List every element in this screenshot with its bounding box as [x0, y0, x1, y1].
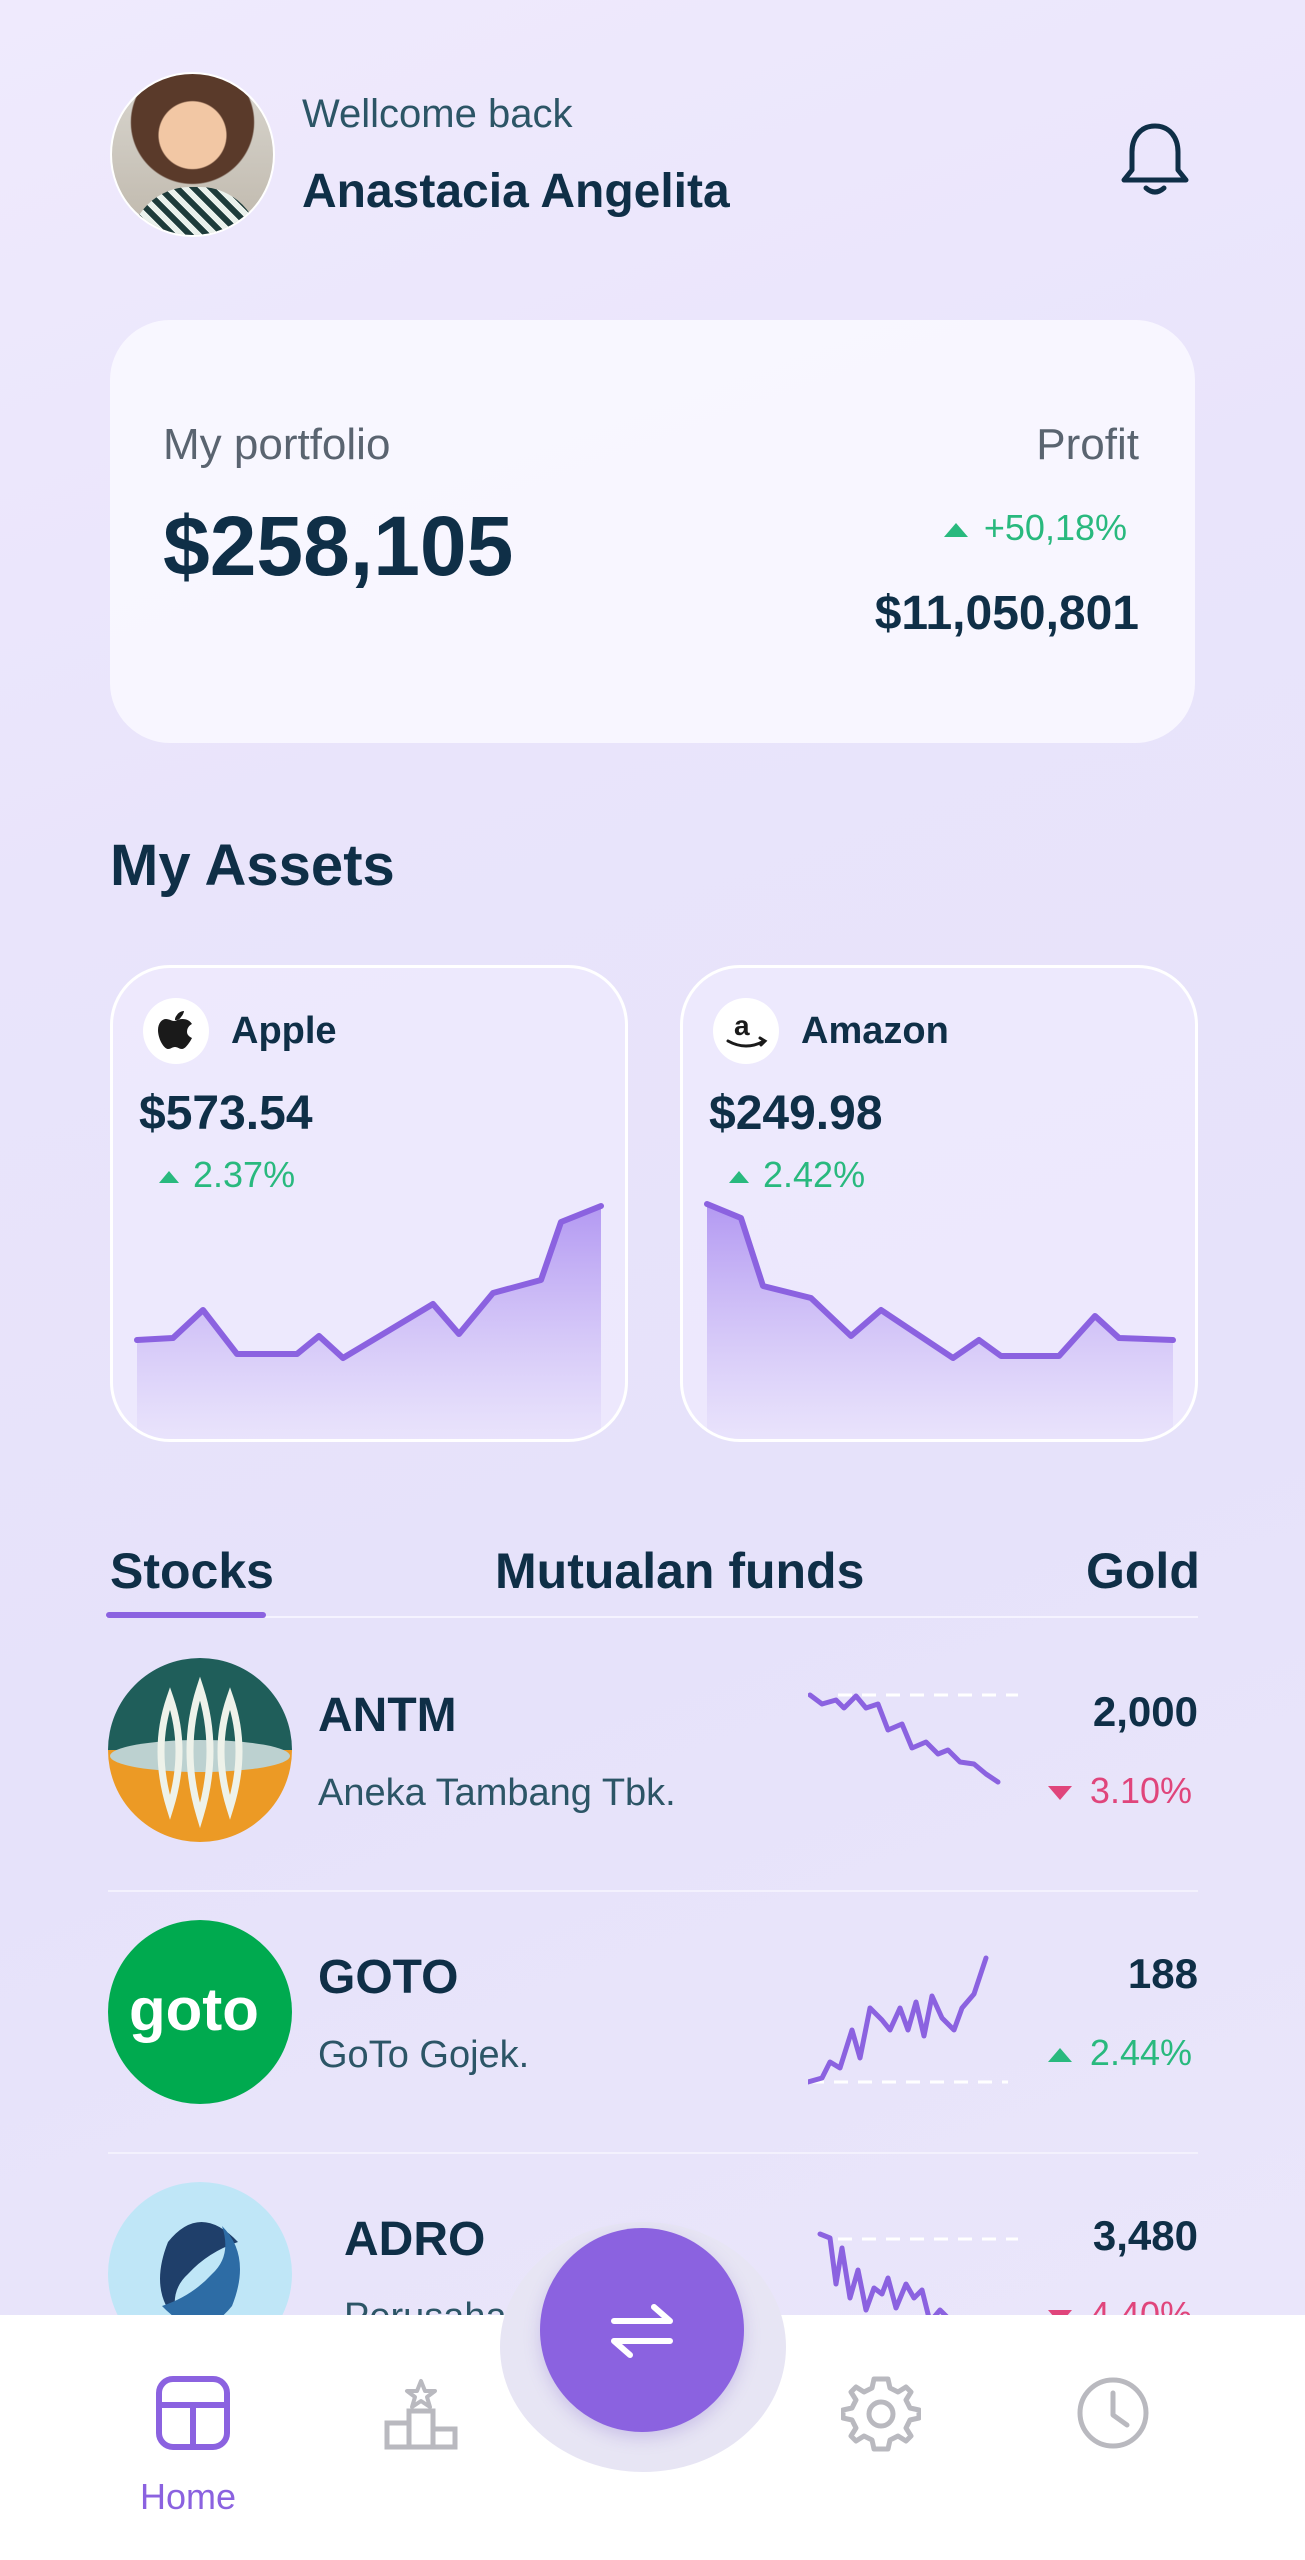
- home-icon[interactable]: [138, 2358, 248, 2468]
- stock-change: 2.44%: [1047, 2032, 1192, 2074]
- asset-name: Amazon: [801, 1010, 949, 1052]
- portfolio-value: $258,105: [163, 499, 514, 593]
- up-arrow-icon: [729, 1171, 749, 1184]
- asset-change: 2.37%: [159, 1154, 295, 1196]
- bell-icon[interactable]: [1118, 118, 1192, 198]
- user-name: Anastacia Angelita: [302, 165, 730, 218]
- asset-card-apple[interactable]: Apple $573.54 2.37%: [110, 965, 628, 1442]
- avatar[interactable]: [110, 72, 275, 237]
- up-arrow-icon: [943, 523, 968, 538]
- my-assets-title: My Assets: [110, 833, 395, 898]
- down-arrow-icon: [1047, 1786, 1072, 1801]
- leaderboard-icon[interactable]: [366, 2358, 476, 2468]
- asset-price: $249.98: [709, 1087, 883, 1140]
- stock-ticker: GOTO: [318, 1951, 459, 2004]
- goto-sparkline: [808, 1955, 1008, 2085]
- stock-change: 3.10%: [1047, 1770, 1192, 1812]
- up-arrow-icon: [1047, 2048, 1072, 2063]
- stock-row-goto[interactable]: goto GOTO GoTo Gojek. 188 2.44%: [108, 1892, 1198, 2154]
- stock-row-antm[interactable]: ANTM Aneka Tambang Tbk. 2,000 3.10%: [108, 1630, 1198, 1892]
- swap-icon: [611, 2304, 673, 2358]
- tab-stocks[interactable]: Stocks: [110, 1542, 274, 1600]
- nav-home-label: Home: [140, 2476, 237, 2517]
- asset-card-amazon[interactable]: a Amazon $249.98 2.42%: [680, 965, 1198, 1442]
- history-icon[interactable]: [1058, 2358, 1168, 2468]
- tab-divider: [106, 1616, 1198, 1618]
- stock-price: 2,000: [1092, 1688, 1198, 1735]
- svg-text:a: a: [734, 1011, 750, 1041]
- goto-logo: goto: [108, 1920, 292, 2104]
- portfolio-label: My portfolio: [163, 420, 391, 469]
- asset-price: $573.54: [139, 1087, 313, 1140]
- settings-icon[interactable]: [826, 2358, 936, 2468]
- asset-name: Apple: [231, 1010, 337, 1052]
- tab-gold[interactable]: Gold: [1086, 1542, 1200, 1600]
- amazon-icon: a: [713, 998, 779, 1064]
- stock-price: 3,480: [1092, 2212, 1198, 2259]
- antm-logo: [108, 1658, 292, 1842]
- profit-label: Profit: [1036, 420, 1139, 469]
- stock-company: Aneka Tambang Tbk.: [318, 1772, 676, 1814]
- antm-sparkline: [808, 1692, 1018, 1785]
- welcome-text: Wellcome back: [302, 92, 573, 136]
- asset-change: 2.42%: [729, 1154, 865, 1196]
- stock-company: GoTo Gojek.: [318, 2034, 530, 2076]
- tab-mutual-funds[interactable]: Mutualan funds: [495, 1542, 864, 1600]
- swap-button[interactable]: [540, 2228, 744, 2432]
- stock-ticker: ADRO: [344, 2213, 486, 2266]
- apple-icon: [143, 998, 209, 1064]
- svg-text:goto: goto: [129, 1976, 259, 2043]
- stock-ticker: ANTM: [318, 1689, 457, 1742]
- up-arrow-icon: [159, 1171, 179, 1184]
- tab-active-indicator: [106, 1612, 266, 1618]
- profit-percentage: +50,18%: [943, 507, 1127, 549]
- stock-price: 188: [1127, 1950, 1198, 1997]
- profit-value: $11,050,801: [874, 587, 1139, 640]
